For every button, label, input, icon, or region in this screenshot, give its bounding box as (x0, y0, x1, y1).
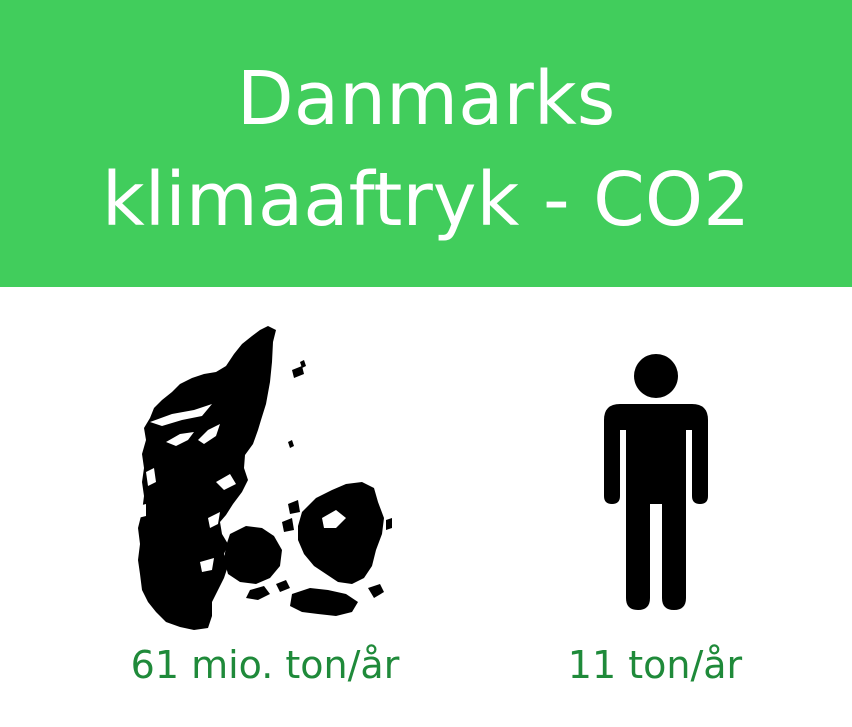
title-banner: Danmarks klimaaftryk - CO2 (0, 0, 852, 287)
country-emission-label: 61 mio. ton/år (130, 643, 400, 687)
person-icon (604, 354, 708, 610)
person-emission-label: 11 ton/år (567, 643, 743, 687)
denmark-map-icon (138, 326, 392, 630)
title-line-1: Danmarks (236, 56, 616, 142)
title-line-2: klimaaftryk - CO2 (101, 157, 751, 243)
